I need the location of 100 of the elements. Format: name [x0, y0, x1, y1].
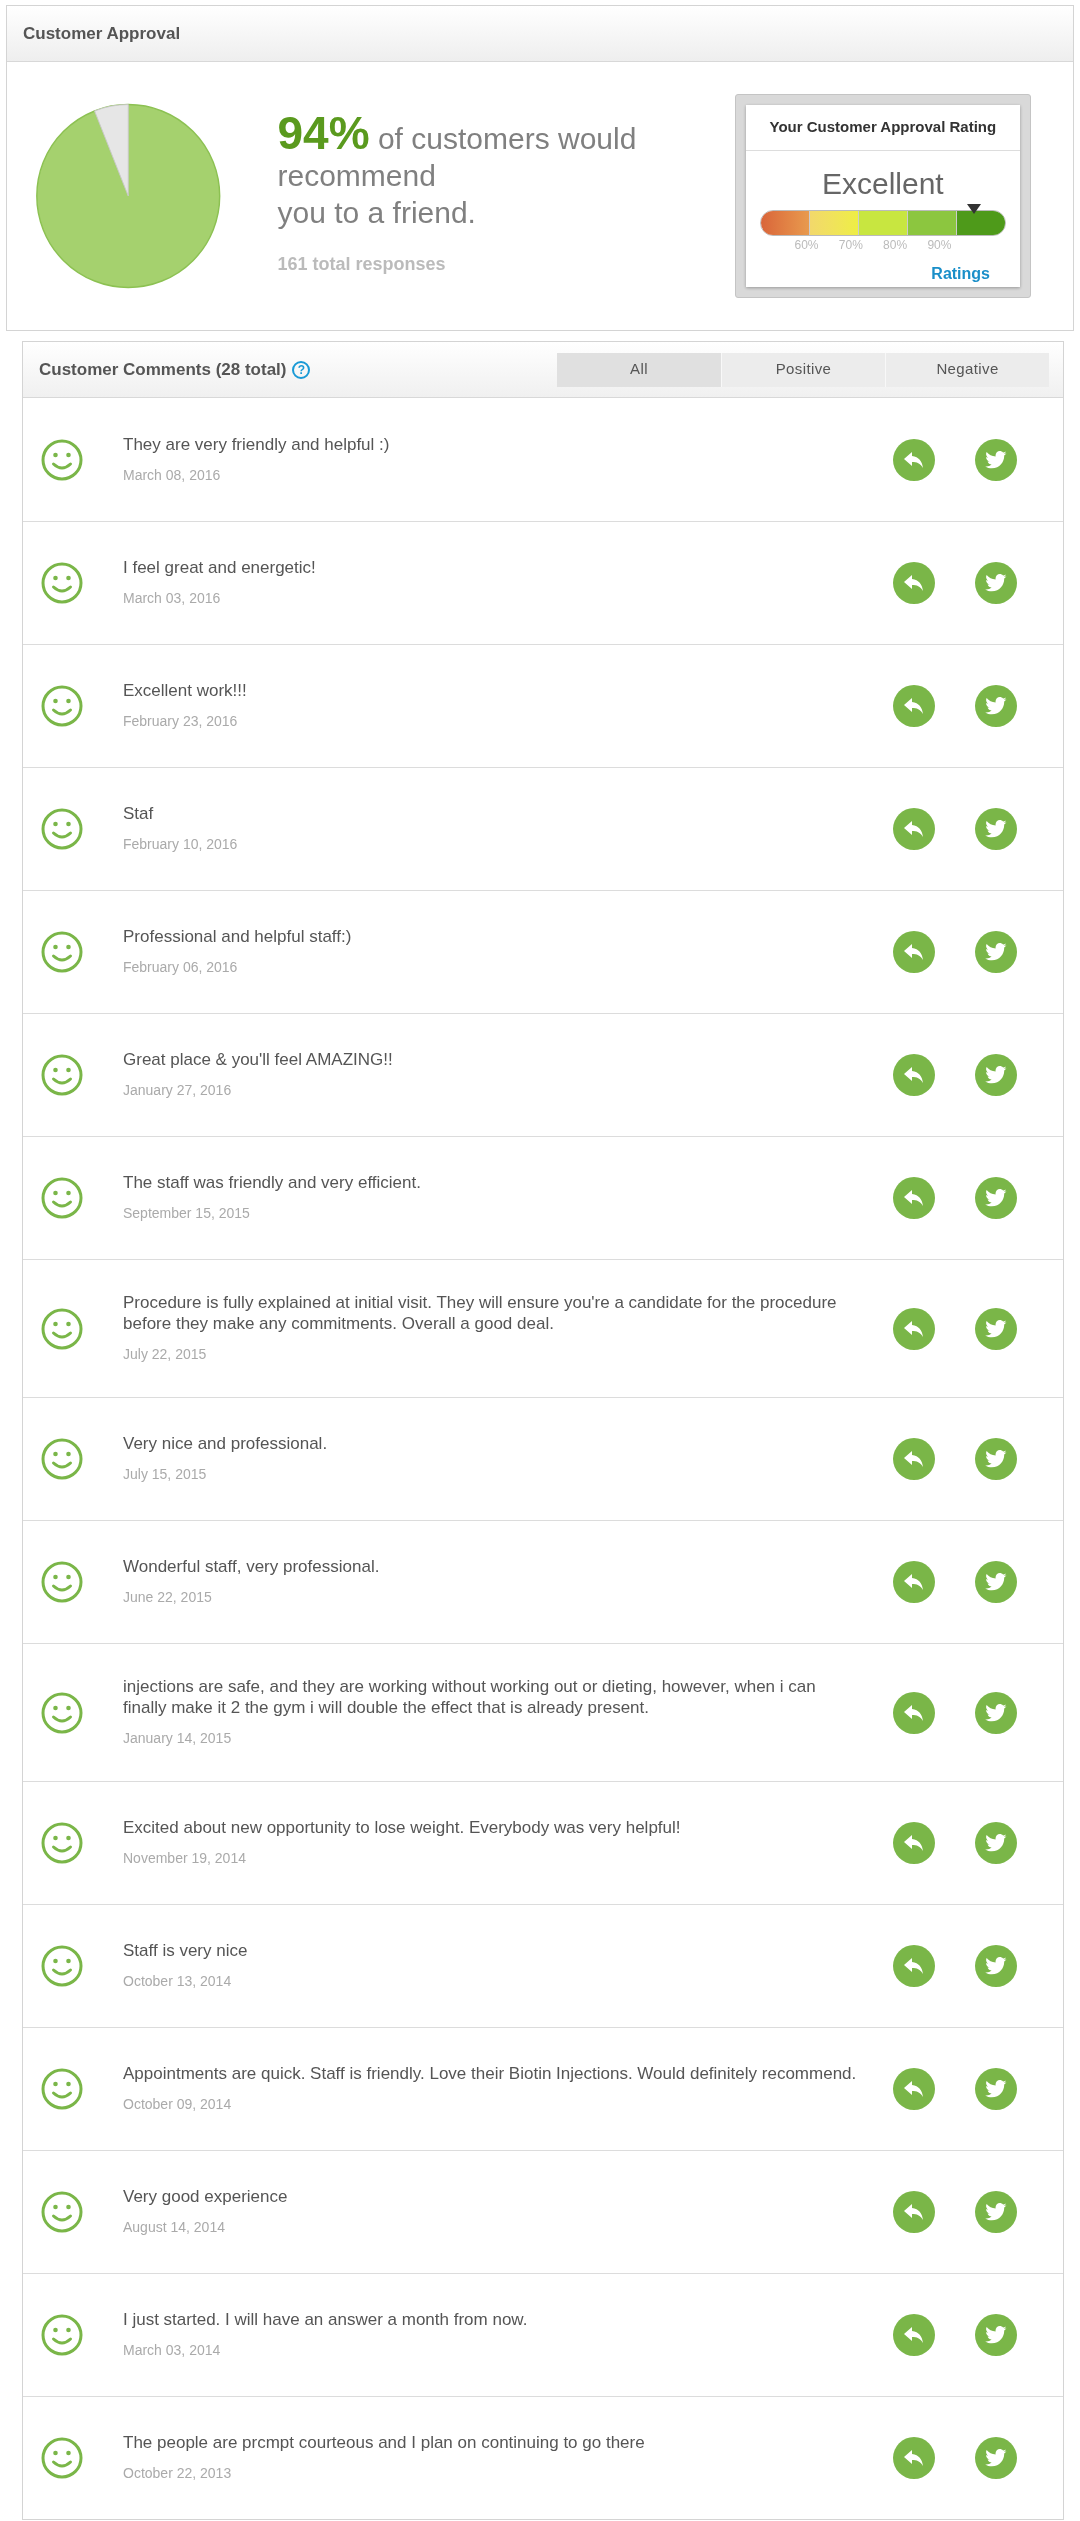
reply-icon [903, 1957, 925, 1975]
filter-tab[interactable]: All [557, 352, 721, 387]
smiley-icon [41, 1945, 83, 1987]
bird-icon [985, 1450, 1007, 1468]
reply-icon [903, 1189, 925, 1207]
reply-button[interactable] [893, 685, 935, 727]
bird-icon [985, 2203, 1007, 2221]
bird-icon [985, 697, 1007, 715]
reply-button[interactable] [893, 808, 935, 850]
bird-icon [985, 1834, 1007, 1852]
comment-date: March 03, 2014 [123, 2341, 222, 2360]
twitter-button[interactable] [975, 1691, 1017, 1734]
reply-icon [903, 697, 925, 715]
meter-tick-label: 70% [838, 237, 863, 254]
reply-icon [903, 1066, 925, 1084]
comment-date: July 22, 2015 [123, 1345, 208, 1364]
reply-button[interactable] [893, 2191, 935, 2233]
reply-icon [903, 2449, 925, 2467]
twitter-button[interactable] [975, 1177, 1017, 1219]
reply-button[interactable] [893, 2068, 935, 2110]
comment-date: October 22, 2013 [123, 2464, 233, 2483]
reply-button[interactable] [893, 1438, 935, 1480]
twitter-button[interactable] [975, 1945, 1017, 1987]
ratings-link[interactable]: Ratings [931, 262, 990, 286]
comment-date: August 14, 2014 [123, 2218, 226, 2237]
reply-button[interactable] [893, 1691, 935, 1734]
bird-icon [985, 574, 1007, 592]
filter-tab[interactable]: Negative [885, 352, 1049, 387]
reply-button[interactable] [893, 562, 935, 604]
twitter-button[interactable] [975, 2191, 1017, 2233]
bird-icon [985, 1957, 1007, 1975]
comment-text: Wonderful staff, very professional. [123, 1556, 381, 1577]
twitter-button[interactable] [975, 931, 1017, 973]
comment-date: July 15, 2015 [123, 1465, 208, 1484]
comment-text: Staf [123, 803, 155, 824]
comment-text: The people are prcmpt courteous and I plan on continuing to go there [123, 2432, 646, 2453]
smiley-icon [41, 1054, 83, 1096]
reply-icon [903, 1703, 925, 1722]
panel-title: Customer Comments (28 total) [39, 358, 287, 381]
twitter-button[interactable] [975, 1307, 1017, 1350]
reply-button[interactable] [893, 2437, 935, 2479]
smiley-icon [41, 2191, 83, 2233]
meter-tick-label: 90% [927, 237, 952, 254]
smiley-icon [41, 2437, 83, 2479]
comment-text: The staff was friendly and very efficient. [123, 1172, 422, 1193]
bird-icon [985, 1189, 1007, 1207]
comment-text: I feel great and energetic! [123, 557, 317, 578]
reply-button[interactable] [893, 438, 935, 481]
smiley-icon [41, 2068, 83, 2110]
twitter-button[interactable] [975, 2068, 1017, 2110]
comment-date: June 22, 2015 [123, 1588, 213, 1607]
comment-date: February 10, 2016 [123, 835, 239, 854]
twitter-button[interactable] [975, 438, 1017, 481]
reply-icon [903, 1834, 925, 1852]
comment-date: October 09, 2014 [123, 2095, 233, 2114]
reply-button[interactable] [893, 1054, 935, 1096]
comment-text: Very good experience [123, 2186, 289, 2207]
twitter-button[interactable] [975, 2314, 1017, 2356]
panel-title: Customer Approval [23, 22, 181, 45]
twitter-button[interactable] [975, 808, 1017, 850]
bird-icon [985, 1066, 1007, 1084]
bird-icon [985, 2080, 1007, 2098]
twitter-button[interactable] [975, 1054, 1017, 1096]
reply-icon [903, 450, 925, 469]
smiley-icon [41, 2314, 83, 2356]
comment-date: February 06, 2016 [123, 958, 239, 977]
reply-icon [903, 1319, 925, 1338]
smiley-icon [41, 1691, 83, 1734]
comment-text: Very nice and professional. [123, 1433, 329, 1454]
smiley-icon [41, 685, 83, 727]
reply-button[interactable] [893, 1177, 935, 1219]
filter-tab[interactable]: Positive [721, 352, 885, 387]
twitter-button[interactable] [975, 685, 1017, 727]
comment-date: November 19, 2014 [123, 1849, 247, 1868]
reply-button[interactable] [893, 1945, 935, 1987]
twitter-button[interactable] [975, 1822, 1017, 1864]
bird-icon [985, 1319, 1007, 1338]
twitter-button[interactable] [975, 1561, 1017, 1603]
reply-icon [903, 2203, 925, 2221]
smiley-icon [41, 438, 83, 481]
twitter-button[interactable] [975, 562, 1017, 604]
smiley-icon [41, 931, 83, 973]
bird-icon [985, 2449, 1007, 2467]
twitter-button[interactable] [975, 2437, 1017, 2479]
reply-icon [903, 943, 925, 961]
comment-text: Appointments are quick. Staff is friendly. Love their Biotin Injections. Would definitely recommend. [123, 2063, 858, 2084]
meter-tick-label: 80% [883, 237, 908, 254]
reply-button[interactable] [893, 1561, 935, 1603]
reply-icon [903, 2326, 925, 2344]
bird-icon [985, 2326, 1007, 2344]
reply-button[interactable] [893, 2314, 935, 2356]
reply-button[interactable] [893, 931, 935, 973]
comment-date: March 08, 2016 [123, 465, 222, 485]
reply-button[interactable] [893, 1822, 935, 1864]
reply-button[interactable] [893, 1307, 935, 1350]
smiley-icon [41, 562, 83, 604]
comment-text: Excited about new opportunity to lose weight. Everybody was very helpful! [123, 1817, 682, 1838]
twitter-button[interactable] [975, 1438, 1017, 1480]
meter-tick-label: 60% [794, 237, 819, 254]
smiley-icon [41, 1307, 83, 1350]
